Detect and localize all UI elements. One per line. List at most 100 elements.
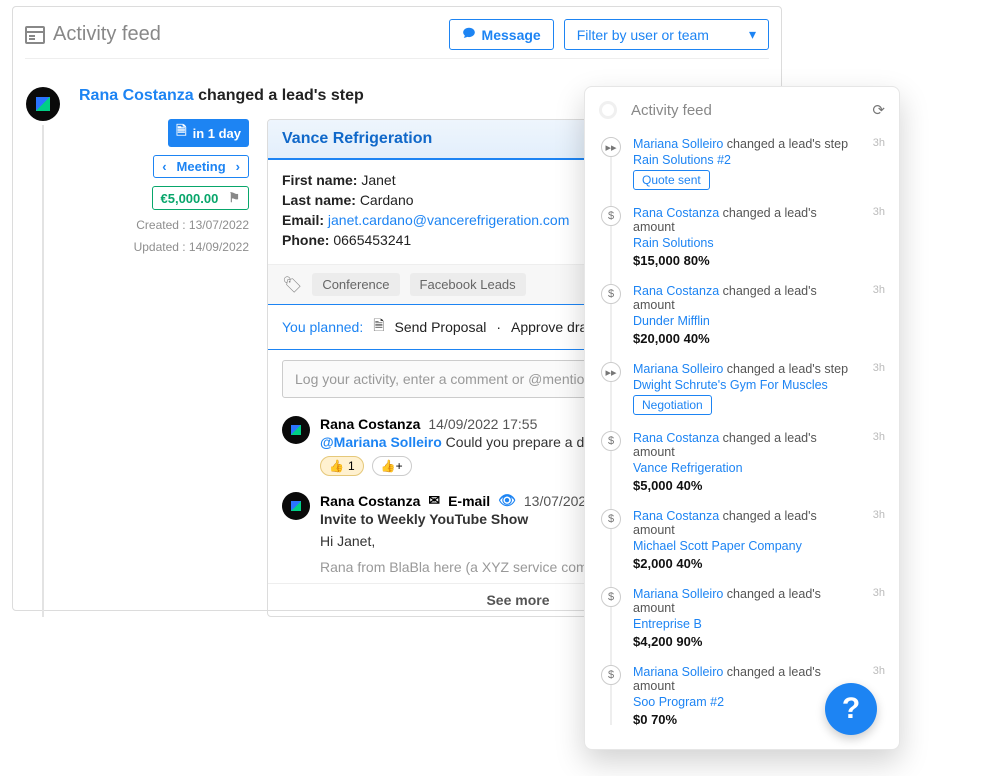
document-icon: 🗎 (176, 122, 186, 144)
feed-line1: Mariana Solleiro changed a lead's amount (633, 665, 861, 693)
envelope-icon: ✉ (428, 492, 440, 509)
feed-lead[interactable]: Vance Refrigeration (633, 461, 861, 475)
comment-method: E-mail (448, 493, 490, 509)
header-actions: Message Filter by user or team ▾ (449, 19, 769, 50)
feed-time: 3h (873, 431, 885, 493)
planned-item: Send Proposal (395, 319, 487, 335)
feed-user[interactable]: Mariana Solleiro (633, 137, 723, 151)
main-header: Activity feed Message Filter by user or … (25, 15, 769, 59)
due-label: in 1 day (193, 126, 241, 141)
message-button[interactable]: Message (449, 19, 554, 50)
avatar (282, 492, 310, 520)
feed-item[interactable]: $ Rana Costanza changed a lead's amount … (601, 501, 885, 579)
feed-line1: Mariana Solleiro changed a lead's step (633, 362, 861, 376)
overlay-feed-panel: Activity feed ⟳ ▸▸ Mariana Solleiro chan… (584, 86, 900, 750)
feed-time: 3h (873, 284, 885, 346)
amount-label: €5,000.00 (161, 191, 219, 206)
reaction-pill[interactable]: 👍 1 (320, 456, 364, 476)
add-reaction-button[interactable]: 👍+ (372, 456, 412, 476)
feed-value: $4,200 90% (633, 634, 861, 649)
feed-lead[interactable]: Dunder Mifflin (633, 314, 861, 328)
feed-lead[interactable]: Rain Solutions #2 (633, 153, 861, 167)
feed-user[interactable]: Rana Costanza (633, 509, 719, 523)
event-meta: 🗎 in 1 day Meeting €5,000.00 ⚑ Created :… (79, 119, 249, 617)
feed-user[interactable]: Rana Costanza (633, 284, 719, 298)
feed-time: 3h (873, 362, 885, 415)
feed-item[interactable]: $ Rana Costanza changed a lead's amount … (601, 276, 885, 354)
comment-author: Rana Costanza (320, 416, 420, 432)
step-badge[interactable]: Meeting (153, 155, 249, 178)
dollar-icon: $ (601, 665, 621, 685)
filter-label: Filter by user or team (577, 27, 709, 43)
step-pill: Negotiation (633, 395, 712, 415)
feed-time: 3h (873, 509, 885, 571)
feed-icon (25, 26, 45, 44)
step-icon: ▸▸ (601, 362, 621, 382)
due-badge[interactable]: 🗎 in 1 day (168, 119, 249, 147)
chat-icon (462, 26, 476, 43)
feed-item[interactable]: $ Rana Costanza changed a lead's amount … (601, 198, 885, 276)
comment-placeholder: Log your activity, enter a comment or @m… (295, 371, 592, 387)
dollar-icon: $ (601, 587, 621, 607)
step-icon: ▸▸ (601, 137, 621, 157)
feed-lead[interactable]: Michael Scott Paper Company (633, 539, 861, 553)
feed-item[interactable]: $ Mariana Solleiro changed a lead's amou… (601, 579, 885, 657)
feed-user[interactable]: Rana Costanza (633, 431, 719, 445)
feed-line1: Mariana Solleiro changed a lead's amount (633, 587, 861, 615)
overlay-title: Activity feed (631, 102, 712, 119)
feed-item[interactable]: ▸▸ Mariana Solleiro changed a lead's ste… (601, 129, 885, 198)
timeline-line (42, 125, 44, 617)
feed-line1: Rana Costanza changed a lead's amount (633, 509, 861, 537)
feed-item[interactable]: $ Rana Costanza changed a lead's amount … (601, 423, 885, 501)
overlay-header: Activity feed ⟳ (601, 101, 885, 119)
chevron-down-icon: ▾ (749, 26, 756, 43)
overlay-feed-list: ▸▸ Mariana Solleiro changed a lead's ste… (601, 129, 885, 735)
page-title: Activity feed (25, 23, 161, 46)
feed-lead[interactable]: Dwight Schrute's Gym For Muscles (633, 378, 861, 392)
amount-badge[interactable]: €5,000.00 ⚑ (152, 186, 250, 210)
feed-time: 3h (873, 206, 885, 268)
feed-line1: Mariana Solleiro changed a lead's step (633, 137, 861, 151)
feed-value: $20,000 40% (633, 331, 861, 346)
feed-user[interactable]: Mariana Solleiro (633, 587, 723, 601)
question-icon: ? (842, 692, 860, 726)
feed-item[interactable]: ▸▸ Mariana Solleiro changed a lead's ste… (601, 354, 885, 423)
flag-icon: ⚑ (228, 190, 240, 206)
feed-lead[interactable]: Rain Solutions (633, 236, 861, 250)
feed-user[interactable]: Mariana Solleiro (633, 665, 723, 679)
dollar-icon: $ (601, 431, 621, 451)
event-action: changed a lead's step (198, 87, 364, 104)
feed-value: $2,000 40% (633, 556, 861, 571)
planned-label: You planned: (282, 319, 363, 335)
feed-time: 3h (873, 137, 885, 190)
avatar (26, 87, 60, 121)
feed-value: $15,000 80% (633, 253, 861, 268)
page-title-text: Activity feed (53, 23, 161, 46)
email-link[interactable]: janet.cardano@vancerefrigeration.com (328, 212, 569, 228)
tag[interactable]: Facebook Leads (410, 273, 526, 296)
eye-icon: 👁 (498, 492, 516, 509)
refresh-icon[interactable]: ⟳ (872, 101, 885, 119)
created-label: Created : 13/07/2022 (79, 218, 249, 232)
avatar (282, 416, 310, 444)
feed-line1: Rana Costanza changed a lead's amount (633, 206, 861, 234)
help-fab[interactable]: ? (825, 683, 877, 735)
feed-user[interactable]: Rana Costanza (633, 206, 719, 220)
filter-dropdown[interactable]: Filter by user or team ▾ (564, 19, 769, 50)
dot-separator: · (496, 319, 501, 335)
feed-line1: Rana Costanza changed a lead's amount (633, 431, 861, 459)
step-pill: Quote sent (633, 170, 710, 190)
step-label: Meeting (177, 159, 226, 174)
feed-lead[interactable]: Entreprise B (633, 617, 861, 631)
user-link[interactable]: Rana Costanza (79, 87, 194, 104)
feed-time: 3h (873, 587, 885, 649)
tag-icon: 🏷 (282, 275, 302, 295)
comment-date: 14/09/2022 17:55 (428, 416, 537, 432)
feed-line1: Rana Costanza changed a lead's amount (633, 284, 861, 312)
dollar-icon: $ (601, 509, 621, 529)
timeline (25, 87, 61, 617)
mention[interactable]: @Mariana Solleiro (320, 434, 442, 450)
feed-user[interactable]: Mariana Solleiro (633, 362, 723, 376)
tag[interactable]: Conference (312, 273, 399, 296)
dollar-icon: $ (601, 206, 621, 226)
